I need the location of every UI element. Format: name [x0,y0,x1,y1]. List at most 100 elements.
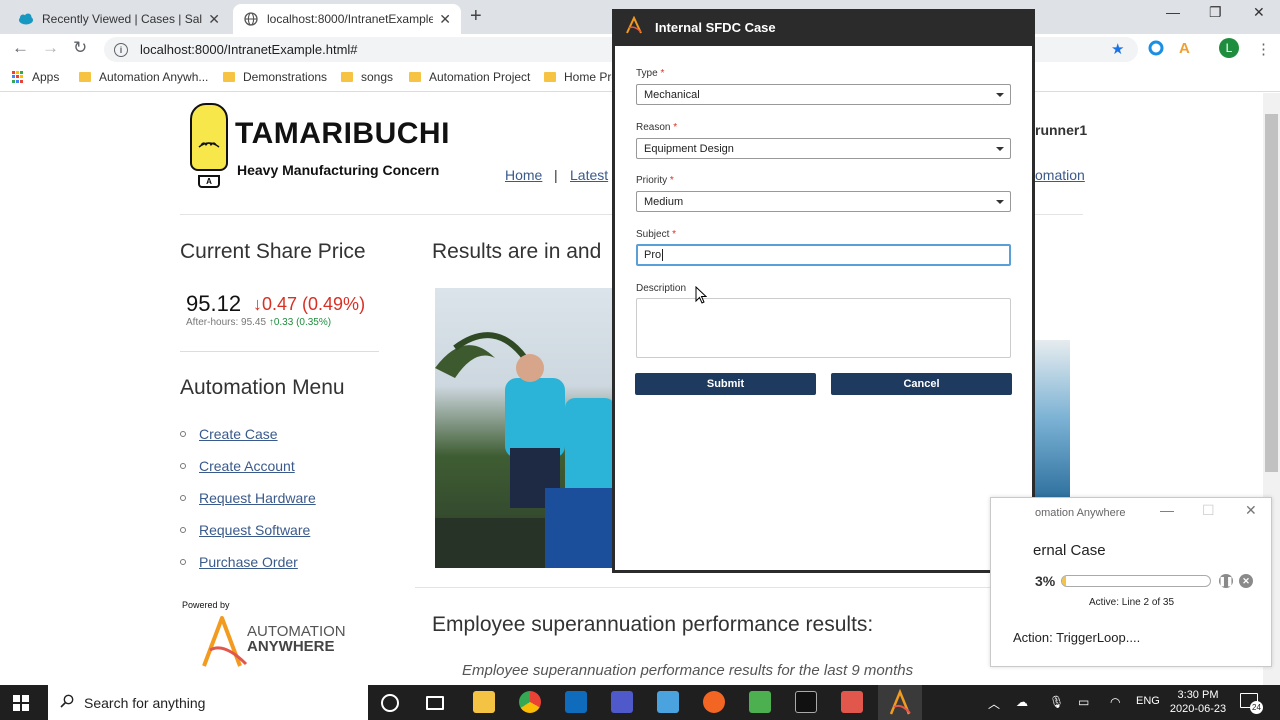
minimize-icon[interactable]: — [1160,502,1174,518]
menu-purchase-order[interactable]: Purchase Order [180,554,298,570]
progress-fill [1062,576,1067,586]
type-label: Type * [636,68,664,79]
extension-circle-icon[interactable] [1148,40,1164,60]
bookmark-automation-project[interactable]: Automation Project [409,70,530,84]
description-label: Description [636,283,687,294]
reason-select[interactable]: Equipment Design [636,138,1011,159]
menu-request-hardware[interactable]: Request Hardware [180,490,316,506]
superannuation-subheading: Employee superannuation performance resu… [462,662,914,679]
results-heading: Results are in and [432,240,602,263]
scrollbar-thumb[interactable] [1265,114,1278,472]
menu-label[interactable]: Purchase Order [199,554,298,570]
brand-tagline: Heavy Manufacturing Concern [237,162,440,178]
file-explorer-icon[interactable] [473,691,495,713]
notepad-plus-icon[interactable] [749,691,771,713]
automation-anywhere-taskbar-app[interactable] [878,685,922,720]
close-window-icon[interactable]: ✕ [1253,4,1265,21]
team-photo-right-edge [1033,340,1070,500]
bookmark-apps[interactable]: Apps [12,70,59,84]
pause-icon[interactable]: ❚❚ [1218,574,1234,588]
bookmark-label: Home Pro [564,70,619,84]
bookmark-songs[interactable]: songs [341,70,393,84]
bookmark-star-icon[interactable]: ★ [1111,40,1124,58]
nav-home-link[interactable]: Home [505,167,542,183]
close-tab-icon[interactable]: ✕ [439,11,451,28]
menu-label[interactable]: Request Software [199,522,310,538]
windows-start-icon[interactable] [13,695,29,711]
taskbar-search[interactable]: Search for anything [48,685,368,720]
powered-by-label: Powered by [182,600,230,610]
restore-icon[interactable]: ❐ [1209,4,1222,21]
automation-menu-heading: Automation Menu [180,376,345,399]
description-textarea[interactable] [636,298,1011,358]
menu-label[interactable]: Request Hardware [199,490,316,506]
subject-input[interactable]: Pro [636,244,1011,266]
chrome-icon[interactable] [519,691,541,713]
wifi-icon[interactable]: ◠ [1110,695,1120,709]
postman-icon[interactable] [703,691,725,713]
type-select[interactable]: Mechanical [636,84,1011,105]
close-tab-icon[interactable]: ✕ [208,11,220,28]
bookmark-automation-anywhere[interactable]: Automation Anywh... [79,70,208,84]
battery-icon[interactable]: ▭ [1078,695,1089,709]
bookmark-label: songs [361,70,394,84]
info-icon[interactable]: i [114,42,128,57]
cortana-icon[interactable] [381,694,399,712]
chevron-down-icon [996,93,1004,97]
forward-arrow-icon[interactable]: → [42,38,59,58]
notification-center-icon[interactable]: 24 [1240,693,1263,714]
bot-task-name: ernal Case [1033,542,1106,559]
submit-button[interactable]: Submit [635,373,816,395]
onedrive-icon[interactable]: ☁ [1016,695,1028,709]
section-divider [415,587,990,588]
brand-name: TAMARIBUCHI [235,117,450,150]
nav-automation-link[interactable]: omation [1035,167,1085,183]
outlook-icon[interactable] [565,691,587,713]
new-tab-button[interactable]: + [470,5,482,28]
reload-icon[interactable]: ↻ [73,38,87,58]
menu-label[interactable]: Create Case [199,426,278,442]
automation-anywhere-extension-icon[interactable]: A [1179,40,1190,57]
active-line-status: Active: Line 2 of 35 [1089,597,1175,608]
profile-avatar[interactable]: L [1219,38,1239,58]
bullet [180,463,186,469]
bookmark-home[interactable]: Home Pro [544,70,618,84]
chevron-down-icon [996,200,1004,204]
menu-create-case[interactable]: Create Case [180,426,278,442]
after-hours-change: ↑0.33 (0.35%) [268,317,332,328]
nav-latest-link[interactable]: Latest [570,167,608,183]
stop-icon[interactable]: ✕ [1239,574,1253,588]
command-prompt-icon[interactable] [795,691,817,713]
windows-taskbar: Search for anything ︿ ☁ 🎙 ▭ ◠ ENG 3:30 P… [0,685,1280,720]
notification-count: 24 [1250,701,1263,714]
tab-title: Recently Viewed | Cases | Salesfor [42,12,203,26]
close-icon[interactable]: ✕ [1245,502,1257,519]
bullet [180,495,186,501]
teams-icon[interactable] [611,691,633,713]
label-text: Priority [636,175,668,186]
share-divider [180,351,379,352]
clock-date: 2020-06-23 [1169,703,1227,715]
menu-create-account[interactable]: Create Account [180,458,295,474]
back-arrow-icon[interactable]: ← [12,38,29,58]
folder-icon [544,72,556,82]
cancel-button[interactable]: Cancel [831,373,1012,395]
dialog-header: Internal SFDC Case [615,9,1032,46]
menu-label[interactable]: Create Account [199,458,295,474]
language-indicator[interactable]: ENG [1136,695,1160,707]
bookmark-demonstrations[interactable]: Demonstrations [223,70,327,84]
tab-salesforce[interactable]: Recently Viewed | Cases | Salesfor ✕ [8,4,230,34]
browser-menu-icon[interactable]: ⋮ [1256,40,1271,58]
camtasia-icon[interactable] [841,691,863,713]
show-hidden-icons-icon[interactable]: ︿ [988,695,1000,712]
menu-request-software[interactable]: Request Software [180,522,310,538]
taskbar-clock[interactable]: 3:30 PM 2020-06-23 [1165,688,1231,716]
tab-intranet[interactable]: localhost:8000/IntranetExample.h ✕ [233,4,461,34]
snipping-tool-icon[interactable] [657,691,679,713]
microphone-icon[interactable]: 🎙 [1049,695,1064,709]
task-view-icon[interactable] [426,696,444,710]
priority-select[interactable]: Medium [636,191,1011,212]
bookmark-label: Apps [32,70,60,84]
minimize-icon[interactable]: — [1166,4,1180,20]
required-mark: * [673,122,678,133]
